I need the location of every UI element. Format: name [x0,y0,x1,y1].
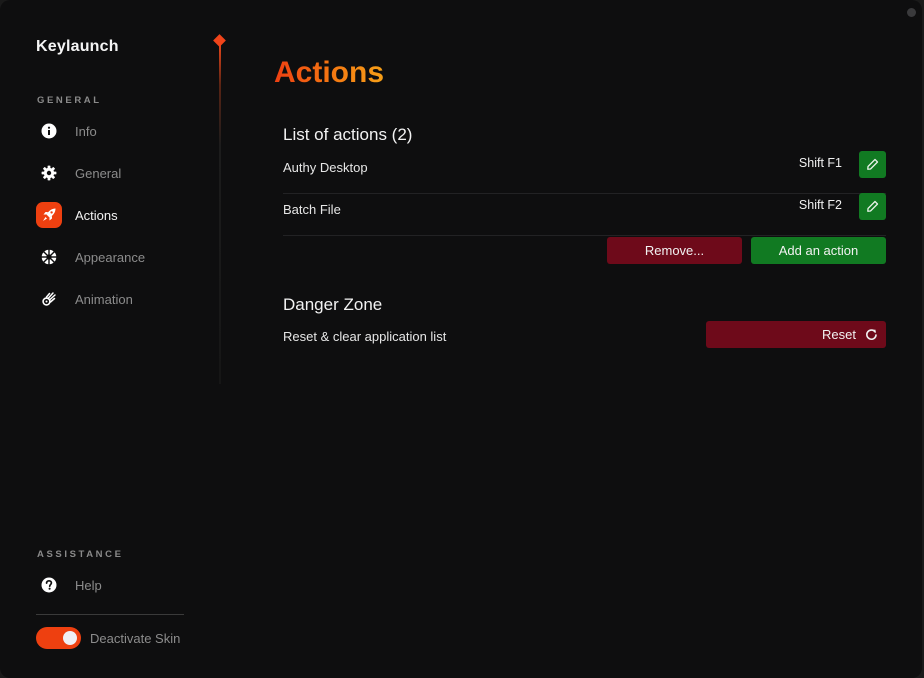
sidebar-item-label: Appearance [75,249,146,265]
question-icon [36,572,62,598]
action-shortcut: Shift F1 [798,156,842,170]
reset-label: Reset [822,327,856,342]
rocket-icon [36,202,62,228]
action-name: Batch File [283,202,341,217]
aperture-icon [36,244,62,270]
app-title: Keylaunch [36,38,119,55]
info-icon [36,118,62,144]
sidebar-item-label: General [75,165,122,181]
comet-icon [36,286,62,312]
action-shortcut: Shift F2 [798,198,842,212]
gear-icon [36,160,62,186]
page-title: Actions [274,56,385,89]
section-label-assistance: ASSISTANCE [37,549,124,560]
reset-button[interactable]: Reset [706,321,886,348]
list-title: List of actions (2) [283,125,413,144]
add-action-button[interactable]: Add an action [751,237,886,264]
pencil-icon [867,200,879,212]
sidebar-item-animation[interactable]: Animation [36,285,196,313]
app-window: Keylaunch GENERAL Info General Actions A… [0,0,922,678]
deactivate-skin-label: Deactivate Skin [90,630,181,646]
sidebar-item-label: Animation [75,291,133,307]
sidebar: Keylaunch GENERAL Info General Actions A… [0,0,220,678]
edit-action-button[interactable] [859,151,886,178]
action-row: Authy Desktop Shift F1 [283,151,886,194]
reset-description: Reset & clear application list [283,329,447,344]
action-row: Batch File Shift F2 [283,193,886,236]
sidebar-item-actions[interactable]: Actions [36,201,196,229]
remove-button[interactable]: Remove... [607,237,742,264]
edit-action-button[interactable] [859,193,886,220]
action-name: Authy Desktop [283,160,368,175]
window-control-dot[interactable] [907,8,916,17]
refresh-icon [866,329,877,341]
sidebar-item-info[interactable]: Info [36,117,196,145]
pencil-icon [867,158,879,170]
section-label-general: GENERAL [37,95,102,106]
sidebar-item-label: Info [75,123,97,139]
deactivate-skin-toggle[interactable] [36,627,81,649]
sidebar-item-general[interactable]: General [36,159,196,187]
sidebar-item-help[interactable]: Help [36,571,196,599]
danger-zone-title: Danger Zone [283,295,383,314]
toggle-knob [63,631,77,645]
sidebar-item-label: Help [75,577,102,593]
timeline-line [219,44,221,384]
sidebar-divider [36,614,184,615]
skin-toggle-row: Deactivate Skin [36,627,180,649]
sidebar-item-appearance[interactable]: Appearance [36,243,196,271]
sidebar-item-label: Actions [75,207,118,223]
